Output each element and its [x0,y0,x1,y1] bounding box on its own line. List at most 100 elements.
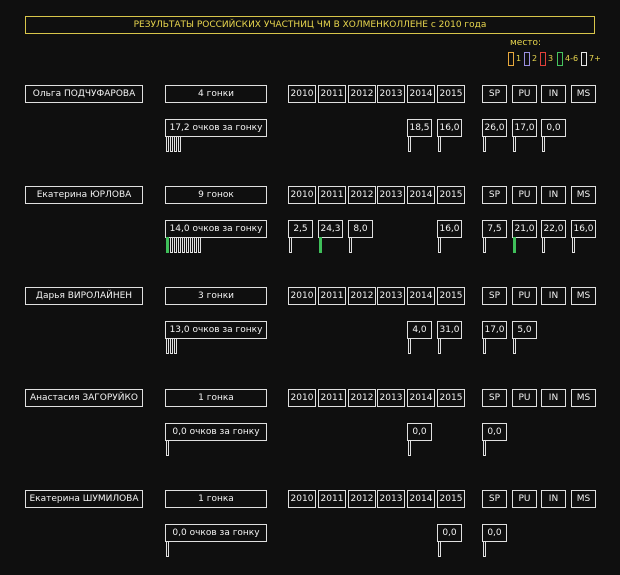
discipline-points: 26,0 [482,119,507,137]
avg-points: 0,0 очков за гонку [165,524,267,542]
discipline-header: PU [512,287,537,305]
discipline-header: SP [482,287,507,305]
race-bar [166,237,169,253]
year-header: 2010 [288,85,316,103]
races-count: 4 гонки [165,85,267,103]
year-header: 2011 [318,85,346,103]
discipline-points: 0,0 [541,119,566,137]
race-bar [166,440,169,456]
year-bars [289,237,293,253]
legend-label: место: [510,38,542,48]
race-bar [542,136,545,152]
race-bar [182,237,185,253]
discipline-header: MS [571,389,596,407]
legend-swatch [524,52,530,66]
races-count: 1 гонка [165,389,267,407]
discipline-header: PU [512,186,537,204]
discipline-header: SP [482,186,507,204]
legend-item-label: 3 [548,54,554,63]
discipline-header: IN [541,85,566,103]
race-bar [542,237,545,253]
discipline-bars [483,237,487,253]
race-bar [170,338,173,354]
discipline-bars [542,237,546,253]
discipline-header: PU [512,490,537,508]
discipline-bars [513,338,517,354]
race-bar [178,136,181,152]
race-bar [513,338,516,354]
year-header: 2013 [377,85,405,103]
year-points: 16,0 [437,220,462,238]
race-bar [438,338,441,354]
race-bar [572,237,575,253]
year-header: 2015 [437,389,465,407]
discipline-header: IN [541,389,566,407]
discipline-header: MS [571,85,596,103]
race-bar [513,136,516,152]
race-bar [174,136,177,152]
year-header: 2010 [288,186,316,204]
discipline-header: SP [482,490,507,508]
year-header: 2015 [437,490,465,508]
year-header: 2011 [318,287,346,305]
race-bars [166,440,170,456]
year-points: 31,0 [437,321,462,339]
discipline-header: SP [482,85,507,103]
athlete-name[interactable]: Екатерина ШУМИЛОВА [25,490,143,508]
year-header: 2013 [377,186,405,204]
race-bar [289,237,292,253]
races-count: 9 гонок [165,186,267,204]
athlete-name[interactable]: Екатерина ЮРЛОВА [25,186,143,204]
discipline-bars [483,541,487,557]
discipline-header: PU [512,85,537,103]
race-bar [483,237,486,253]
discipline-bars [483,440,487,456]
year-header: 2014 [407,490,435,508]
athlete-name[interactable]: Дарья ВИРОЛАЙНЕН [25,287,143,305]
year-points: 2,5 [288,220,313,238]
race-bar [186,237,189,253]
race-bar [408,440,411,456]
race-bar [483,541,486,557]
legend-item-label: 4-6 [565,54,579,63]
athlete-name[interactable]: Ольга ПОДЧУФАРОВА [25,85,143,103]
discipline-points: 17,0 [482,321,507,339]
race-bars [166,136,182,152]
legend-item-label: 2 [532,54,538,63]
year-header: 2011 [318,490,346,508]
year-header: 2010 [288,389,316,407]
year-points: 16,0 [437,119,462,137]
discipline-points: 0,0 [482,524,507,542]
race-bar [438,237,441,253]
race-bar [174,338,177,354]
race-bar [170,237,173,253]
year-header: 2010 [288,490,316,508]
race-bar [166,338,169,354]
year-points: 24,3 [318,220,343,238]
legend-swatch [540,52,546,66]
discipline-bars [542,136,546,152]
year-points: 18,5 [407,119,432,137]
discipline-header: IN [541,186,566,204]
discipline-bars [513,237,517,253]
year-bars [408,440,412,456]
year-header: 2013 [377,287,405,305]
legend-item-label: 7+ [589,54,601,63]
athlete-name[interactable]: Анастасия ЗАГОРУЙКО [25,389,143,407]
year-points: 8,0 [348,220,373,238]
avg-points: 0,0 очков за гонку [165,423,267,441]
discipline-header: PU [512,389,537,407]
year-header: 2012 [348,287,376,305]
race-bar [438,136,441,152]
race-bar [483,136,486,152]
year-header: 2015 [437,186,465,204]
race-bar [178,237,181,253]
discipline-points: 17,0 [512,119,537,137]
discipline-header: MS [571,287,596,305]
year-bars [438,541,442,557]
race-bar [513,237,516,253]
race-bar [194,237,197,253]
year-header: 2014 [407,287,435,305]
race-bar [166,541,169,557]
race-bars [166,541,170,557]
